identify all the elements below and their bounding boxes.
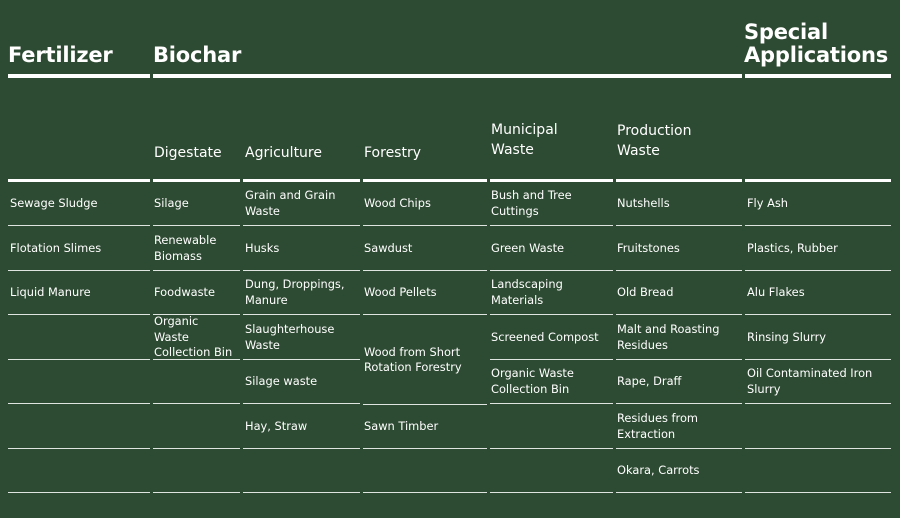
table-cell: Foodwaste [154, 284, 216, 299]
table-cell: Residues from Extraction [617, 411, 699, 441]
table-cell [747, 448, 887, 493]
table-cell: Screened Compost [491, 329, 599, 344]
table-cell: Organic Waste Collection Bin [491, 366, 574, 396]
table-cell: Husks [245, 240, 280, 255]
table-cell [154, 359, 235, 404]
table-cell: Silage [154, 195, 189, 210]
table-cell: Sawdust [364, 240, 413, 255]
table-cell [10, 359, 146, 404]
row-divider [363, 492, 487, 493]
category-municipal-waste: Municipal Waste [491, 122, 558, 158]
table-cell: Green Waste [491, 240, 565, 255]
table-cell: Liquid Manure [10, 284, 91, 299]
table-cell: Fruitstones [617, 240, 680, 255]
table-cell [10, 404, 146, 449]
table-cell [245, 448, 356, 493]
table-cell [154, 448, 235, 493]
table-cell: Rape, Draff [617, 373, 682, 388]
table-cell [364, 448, 482, 493]
fertilizer-heading: Fertilizer [8, 43, 113, 67]
table-cell: Wood from Short Rotation Forestry [364, 344, 462, 375]
row-divider [745, 492, 891, 493]
table-cell [10, 315, 146, 360]
table-cell: Flotation Slimes [10, 240, 102, 255]
table-cell: Silage waste [245, 373, 318, 388]
table-cell: Renewable Biomass [154, 233, 217, 263]
fertilizer-top-rule [8, 74, 150, 78]
table-cell: Wood Chips [364, 195, 431, 210]
row-divider [243, 492, 360, 493]
table-cell: Sawn Timber [364, 418, 439, 433]
row-divider [490, 492, 613, 493]
table-cell: Hay, Straw [245, 418, 308, 433]
table-cell: Sewage Sludge [10, 195, 98, 210]
table-cell: Oil Contaminated Iron Slurry [747, 366, 873, 396]
table-cell: Grain and Grain Waste [245, 188, 336, 218]
special-top-rule [745, 74, 891, 78]
special-applications-heading: Special Applications [744, 20, 889, 67]
table-cell: Wood Pellets [364, 284, 437, 299]
category-forestry: Forestry [364, 145, 422, 161]
table-cell: Fly Ash [747, 195, 789, 210]
table-cell: Alu Flakes [747, 284, 805, 299]
biochar-heading: Biochar [153, 43, 242, 67]
table-cell [491, 448, 608, 493]
row-divider [8, 492, 150, 493]
table-cell [154, 404, 235, 449]
table-cell [10, 448, 146, 493]
table-cell: Bush and Tree Cuttings [491, 188, 572, 218]
table-cell: Okara, Carrots [617, 462, 700, 477]
table-cell [747, 404, 887, 449]
row-divider [616, 492, 742, 493]
table-cell: Nutshells [617, 195, 670, 210]
table-cell: Malt and Roasting Residues [617, 322, 720, 352]
category-production-waste: Production Waste [617, 123, 692, 159]
table-cell: Landscaping Materials [491, 277, 563, 307]
table-cell: Rinsing Slurry [747, 329, 826, 344]
table-cell: Dung, Droppings, Manure [245, 277, 345, 307]
table-cell: Organic Waste Collection Bin [154, 314, 233, 360]
table-cell: Slaughterhouse Waste [245, 322, 335, 352]
category-agriculture: Agriculture [245, 145, 322, 161]
table-cell: Old Bread [617, 284, 674, 299]
row-divider [153, 492, 240, 493]
biochar-top-rule [153, 74, 742, 78]
table-cell [491, 404, 608, 449]
category-digestate: Digestate [154, 145, 222, 161]
table-cell: Plastics, Rubber [747, 240, 838, 255]
